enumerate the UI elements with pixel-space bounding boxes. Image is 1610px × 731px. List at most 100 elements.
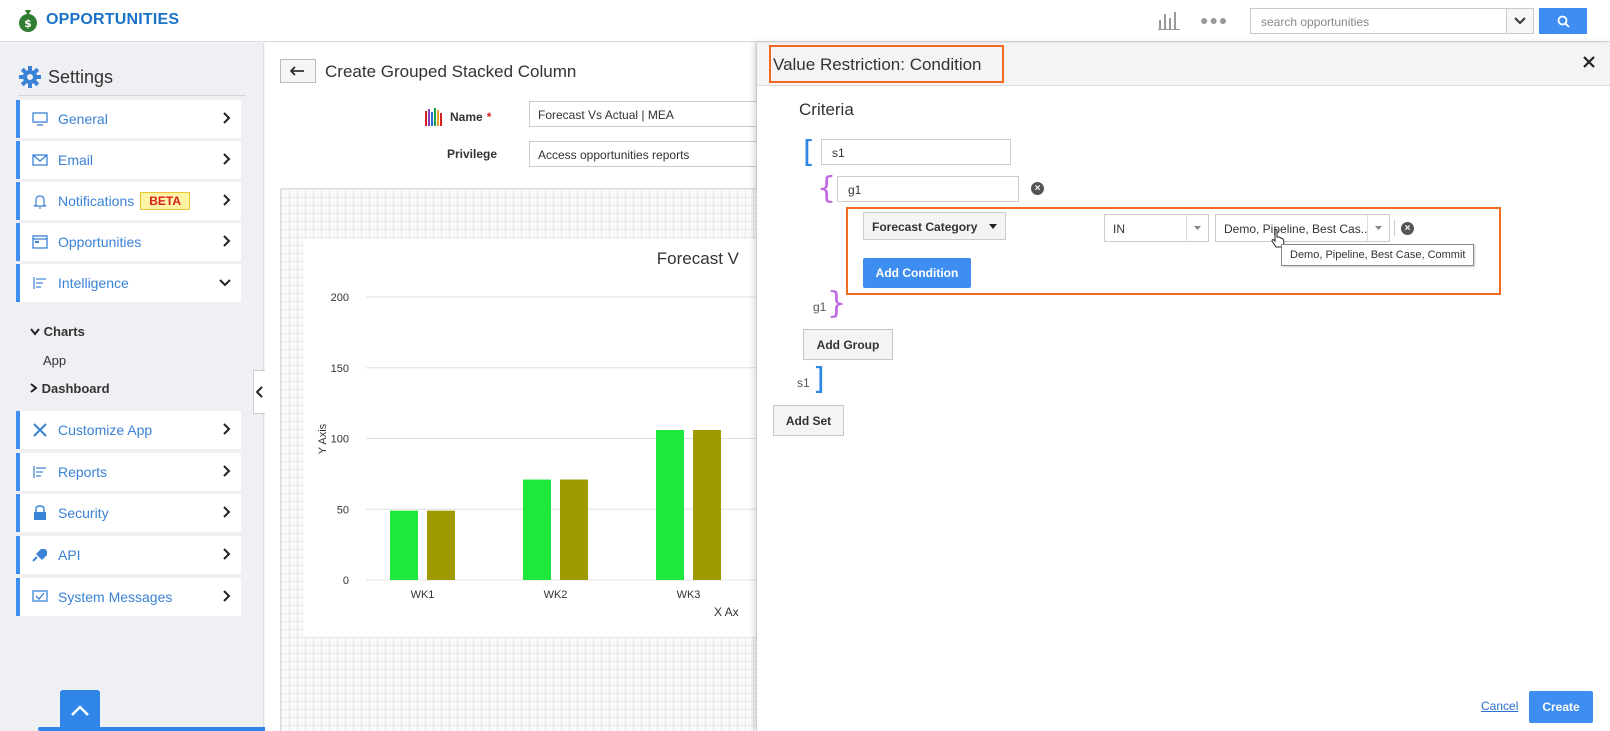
add-set-button[interactable]: Add Set: [773, 405, 844, 436]
top-bar: $ OPPORTUNITIES ●●● search opportunities: [0, 0, 1610, 42]
settings-title: Settings: [48, 66, 114, 87]
chart-icon[interactable]: [1158, 10, 1180, 30]
caret-down-icon: [989, 224, 997, 229]
set-open-bracket: [: [803, 135, 815, 170]
x-axis-label: X Ax: [714, 605, 739, 619]
operator-select[interactable]: IN: [1104, 214, 1209, 242]
x-tick-label: WK2: [544, 589, 568, 601]
close-icon[interactable]: [1583, 56, 1595, 68]
sidebar-sub-charts[interactable]: Charts: [30, 324, 85, 339]
chevron-right-icon: [223, 506, 231, 518]
sidebar-item-email[interactable]: Email: [16, 141, 241, 179]
bar: [427, 510, 455, 580]
cancel-link[interactable]: Cancel: [1481, 699, 1518, 713]
more-icon[interactable]: ●●●: [1200, 12, 1228, 28]
set-name-input[interactable]: s1: [821, 139, 1011, 165]
chart-title: Forecast V: [657, 249, 740, 268]
group-open-brace: {: [817, 171, 837, 206]
field-select[interactable]: Forecast Category: [863, 212, 1006, 240]
sidebar-item-label: System Messages: [58, 589, 173, 605]
add-condition-button[interactable]: Add Condition: [863, 258, 971, 288]
sidebar-item-general[interactable]: General: [16, 100, 241, 138]
sidebar-item-notifications[interactable]: Notifications BETA: [16, 182, 241, 220]
y-axis-label: Y Axis: [317, 423, 329, 454]
tools-icon: [32, 422, 48, 438]
monitor-icon: [32, 111, 48, 127]
sidebar-item-intelligence[interactable]: Intelligence: [16, 264, 241, 302]
chevron-right-icon: [30, 383, 38, 393]
chart-preview: Forecast V 0 50 100 150 200 Y Axis WK1 WK2 WK3 X A…: [304, 239, 774, 637]
sidebar-item-api[interactable]: API: [16, 536, 241, 574]
chevron-down-icon: [219, 279, 231, 287]
settings-header: Settings: [18, 65, 246, 96]
sidebar-item-label: Intelligence: [58, 275, 129, 291]
sidebar-item-opportunities[interactable]: Opportunities: [16, 223, 241, 261]
sidebar-item-label: Reports: [58, 464, 108, 480]
panel-header: Value Restriction: Condition: [757, 43, 1610, 86]
operator-select-value: IN: [1113, 222, 1125, 236]
search-dropdown[interactable]: [1506, 8, 1534, 34]
bar: [560, 479, 588, 580]
name-label-text: Name: [450, 110, 483, 124]
bar-chart: Forecast V 0 50 100 150 200 Y Axis WK1 WK2 WK3 X A…: [317, 249, 774, 619]
remove-group-icon[interactable]: ×: [1031, 182, 1044, 195]
caret-down-icon: [1375, 226, 1382, 230]
dashboard-label: Dashboard: [41, 381, 110, 396]
x-tick-label: WK3: [677, 589, 701, 601]
chevron-down-icon: [30, 328, 40, 336]
y-tick-label: 150: [331, 363, 349, 375]
sidebar-item-security[interactable]: Security: [16, 494, 241, 532]
search-button[interactable]: [1539, 8, 1587, 34]
search-input[interactable]: search opportunities: [1250, 8, 1508, 34]
grouped-chart-icon: [425, 108, 442, 126]
chevron-up-icon: [71, 705, 89, 716]
list-icon: [32, 464, 48, 480]
field-select-value: Forecast Category: [872, 220, 978, 234]
remove-condition-icon[interactable]: ×: [1401, 222, 1414, 235]
sidebar-item-customize-app[interactable]: Customize App: [16, 411, 241, 449]
chevron-right-icon: [223, 423, 231, 435]
svg-text:$: $: [24, 17, 32, 30]
set-close-bracket: ]: [813, 362, 825, 397]
sidebar-item-label: Security: [58, 505, 109, 521]
beta-badge: BETA: [140, 192, 191, 210]
y-tick-label: 100: [331, 434, 349, 446]
value-restriction-panel: Value Restriction: Condition Criteria [ …: [756, 43, 1610, 731]
arrow-left-icon: [290, 66, 304, 76]
back-button[interactable]: [280, 59, 316, 83]
value-multiselect[interactable]: Demo, Pipeline, Best Cas..: [1215, 214, 1390, 242]
bar: [693, 430, 721, 580]
charts-label: Charts: [43, 324, 85, 339]
page-title: Create Grouped Stacked Column: [325, 62, 577, 81]
sidebar-item-system-messages[interactable]: System Messages: [16, 578, 241, 616]
main-content: Create Grouped Stacked Column Name * Fore…: [265, 43, 774, 731]
add-group-button[interactable]: Add Group: [803, 329, 893, 360]
sidebar-item-label: API: [58, 547, 81, 563]
value-tooltip: Demo, Pipeline, Best Case, Commit: [1281, 244, 1475, 266]
sidebar-sub-dashboard[interactable]: Dashboard: [30, 381, 110, 396]
panel-title: Value Restriction: Condition: [769, 45, 1004, 83]
x-tick-label: WK1: [411, 589, 435, 601]
sidebar-item-reports[interactable]: Reports: [16, 453, 241, 491]
sidebar-item-label: Email: [58, 152, 94, 168]
sidebar: Settings General Email Notifications BET…: [0, 43, 264, 731]
y-tick-label: 200: [331, 292, 349, 304]
privilege-field[interactable]: Access opportunities reports: [529, 141, 769, 167]
scroll-top-button[interactable]: [60, 690, 100, 731]
group-name-input[interactable]: g1: [837, 176, 1019, 202]
brand[interactable]: $ OPPORTUNITIES: [18, 8, 179, 32]
message-icon: [32, 589, 48, 605]
bar: [656, 430, 684, 580]
privilege-label: Privilege: [447, 147, 498, 161]
name-field[interactable]: Forecast Vs Actual | MEA: [529, 101, 769, 127]
chevron-right-icon: [223, 112, 231, 124]
sidebar-sub-app[interactable]: App: [43, 353, 66, 368]
create-button[interactable]: Create: [1529, 691, 1593, 723]
sidebar-item-label: Opportunities: [58, 234, 142, 250]
money-bag-icon: $: [19, 10, 37, 32]
sidebar-item-label: General: [58, 111, 108, 127]
chevron-right-icon: [223, 153, 231, 165]
y-tick-label: 50: [337, 504, 349, 516]
bell-icon: [32, 193, 48, 209]
top-icons: ●●●: [1158, 10, 1228, 30]
